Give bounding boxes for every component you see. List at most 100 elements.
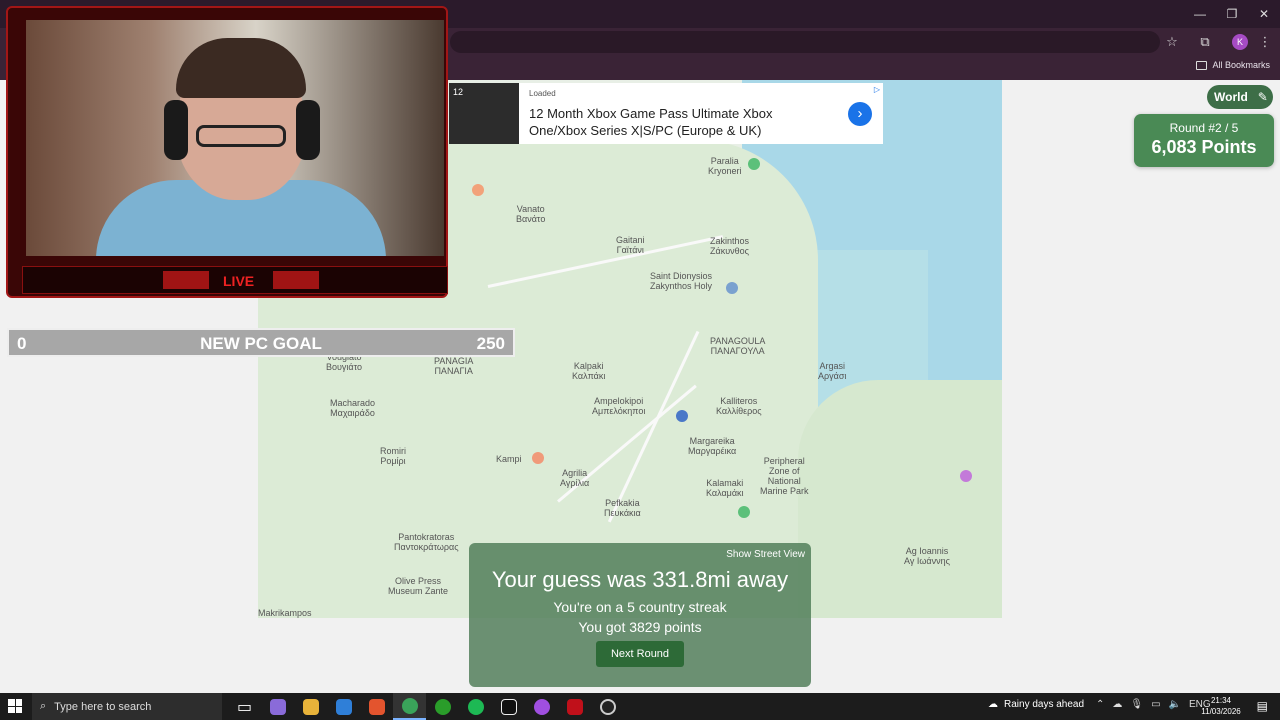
map-label: Romiri Ρομίρι: [380, 446, 406, 466]
notifications-icon[interactable]: ▤: [1257, 699, 1268, 713]
profile-avatar[interactable]: K: [1232, 34, 1248, 50]
rain-cloud-icon: ☁: [988, 699, 998, 710]
map-label: Peripheral Zone of National Marine Park: [760, 456, 809, 496]
map-label: Kalpaki Καλπάκι: [572, 361, 606, 381]
close-window-button[interactable]: ✕: [1248, 0, 1280, 28]
minimize-button[interactable]: —: [1184, 0, 1216, 28]
chrome-icon: [401, 697, 418, 714]
tiktok-icon: [500, 698, 517, 715]
live-label: LIVE: [223, 273, 255, 289]
all-bookmarks-button[interactable]: All Bookmarks: [1196, 60, 1270, 70]
map-label: Olive Press Museum Zante: [388, 576, 449, 596]
ad-banner[interactable]: 12 Loaded 12 Month Xbox Game Pass Ultima…: [449, 83, 883, 144]
map-label: Kalamaki Καλαμάκι: [706, 478, 744, 498]
map-label: Argasi Αργάσι: [818, 361, 847, 381]
map-label: Gaitani Γαϊτάνι: [616, 235, 645, 255]
windows-taskbar: ⌕ Type here to search ▭ ☁ Rainy days ahe…: [0, 693, 1280, 720]
star-icon[interactable]: ☆: [1164, 34, 1180, 50]
taskbar-search[interactable]: ⌕ Type here to search: [32, 693, 222, 720]
obs-icon: [599, 698, 616, 715]
map-label: Zakinthos Ζάκυνθος: [710, 236, 750, 256]
live-bar: LIVE: [22, 266, 448, 294]
copilot-icon: [269, 698, 286, 715]
map-poi-pin[interactable]: [472, 184, 484, 196]
address-bar[interactable]: [450, 31, 1160, 53]
task-view-icon: ▭: [236, 698, 253, 716]
mail-icon: [335, 698, 352, 715]
map-label: Macharado Μαχαιράδο: [330, 398, 376, 418]
ad-status: Loaded: [529, 89, 556, 98]
network-icon[interactable]: ▭: [1151, 699, 1160, 710]
map-poi-pin[interactable]: [726, 282, 738, 294]
round-score-box: Round #2 / 5 6,083 Points: [1134, 114, 1274, 167]
taskbar-app-explorer[interactable]: [294, 693, 327, 720]
taskbar-app-messenger[interactable]: [525, 693, 558, 720]
ad-arrow-button[interactable]: ›: [848, 102, 872, 126]
goal-label: NEW PC GOAL: [200, 334, 322, 353]
messenger-icon: [533, 698, 550, 715]
next-round-button[interactable]: Next Round: [596, 641, 684, 667]
mic-icon[interactable]: 🎙: [1130, 699, 1143, 710]
taskbar-app-copilot[interactable]: [261, 693, 294, 720]
map-label: Makrikampos: [258, 608, 312, 618]
search-icon: ⌕: [40, 700, 47, 712]
task-view-button[interactable]: ▭: [228, 693, 261, 720]
clock-time: 21:34: [1210, 696, 1232, 705]
spotify-icon: [467, 698, 484, 715]
map-label: Ag Ioannis Αγ Ιωάννης: [904, 546, 950, 566]
map-poi-pin[interactable]: [738, 506, 750, 518]
window-controls: — ❐ ✕: [1184, 0, 1280, 28]
clock-date: 11/03/2026: [1201, 707, 1241, 716]
xbox-icon: [434, 698, 451, 715]
start-button[interactable]: [8, 699, 22, 713]
taskbar-app-spotify[interactable]: [459, 693, 492, 720]
volume-icon[interactable]: 🔈: [1169, 699, 1181, 710]
live-deco-left: [163, 271, 209, 289]
streamer-hair: [176, 38, 306, 98]
taskbar-app-chrome[interactable]: [393, 693, 426, 720]
map-label: Margareika Μαργαρέικα: [688, 436, 737, 456]
netflix-icon: [566, 698, 583, 715]
restore-button[interactable]: ❐: [1216, 0, 1248, 28]
taskbar-app-brave[interactable]: [360, 693, 393, 720]
taskbar-app-xbox[interactable]: [426, 693, 459, 720]
guess-distance-text: Your guess was 331.8mi away: [491, 567, 789, 592]
map-label: Vanato Βανάτο: [516, 204, 546, 224]
points-label: 6,083 Points: [1151, 137, 1257, 157]
brave-icon: [368, 698, 385, 715]
map-label: PANAGOULA ΠΑΝΑΓΟΥΛΑ: [710, 336, 766, 356]
all-bookmarks-label: All Bookmarks: [1212, 60, 1270, 70]
round-points-text: You got 3829 points: [578, 619, 702, 635]
onedrive-icon[interactable]: ☁: [1112, 699, 1122, 710]
ad-title[interactable]: 12 Month Xbox Game Pass Ultimate Xbox On…: [529, 105, 819, 139]
map-poi-pin[interactable]: [748, 158, 760, 170]
chevron-up-icon[interactable]: ⌃: [1096, 699, 1104, 710]
map-poi-pin[interactable]: [532, 452, 544, 464]
weather-widget[interactable]: ☁ Rainy days ahead: [988, 699, 1084, 710]
glasses: [196, 125, 286, 147]
extensions-icon[interactable]: ⧉: [1197, 34, 1213, 50]
map-poi-pin[interactable]: [960, 470, 972, 482]
taskbar-app-tiktok[interactable]: [492, 693, 525, 720]
map-label: Agrilia Αγρίλια: [560, 468, 590, 488]
map-label: Ampelokipoi Αμπελόκηποι: [592, 396, 646, 416]
guess-marker[interactable]: [676, 410, 688, 422]
pencil-icon: ✎: [1257, 90, 1268, 104]
kebab-menu-icon[interactable]: ⋮: [1257, 34, 1273, 50]
taskbar-app-obs[interactable]: [591, 693, 624, 720]
taskbar-app-netflix[interactable]: [558, 693, 591, 720]
taskbar-app-mail[interactable]: [327, 693, 360, 720]
clock[interactable]: 21:34 11/03/2026: [1198, 695, 1244, 717]
folder-icon: [1196, 60, 1208, 70]
weather-text: Rainy days ahead: [1004, 699, 1085, 710]
round-label: Round #2 / 5: [1169, 121, 1239, 135]
map-label: Paralia Kryoneri: [708, 156, 742, 176]
webcam-feed: [26, 20, 444, 256]
map-label: Saint Dionysios Zakynthos Holy: [650, 271, 713, 291]
map-mode-button[interactable]: World ✎: [1207, 85, 1273, 109]
ad-choices-icon[interactable]: ▷: [874, 85, 880, 94]
folder-app-icon: [302, 698, 319, 715]
show-street-view-link[interactable]: Show Street View: [726, 549, 805, 560]
taskbar-apps: ▭: [228, 693, 624, 720]
webcam-frame: LIVE: [6, 6, 448, 298]
